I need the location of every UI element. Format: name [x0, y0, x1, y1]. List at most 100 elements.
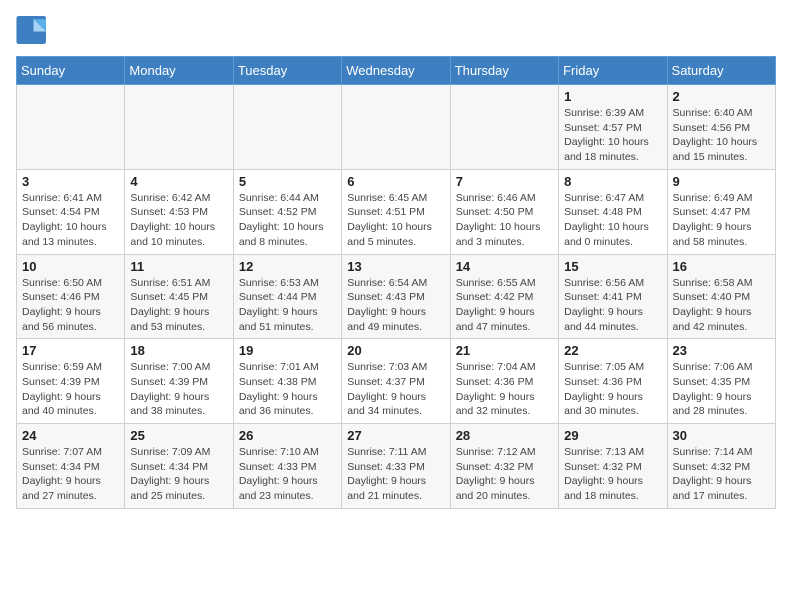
day-number: 17	[22, 343, 119, 358]
calendar-cell: 23Sunrise: 7:06 AM Sunset: 4:35 PM Dayli…	[667, 339, 775, 424]
day-number: 9	[673, 174, 770, 189]
calendar-week: 1Sunrise: 6:39 AM Sunset: 4:57 PM Daylig…	[17, 85, 776, 170]
day-number: 27	[347, 428, 444, 443]
calendar-cell: 30Sunrise: 7:14 AM Sunset: 4:32 PM Dayli…	[667, 424, 775, 509]
day-number: 25	[130, 428, 227, 443]
calendar-cell: 25 Sunrise: 7:09 AM Sunset: 4:34 PM Dayli…	[125, 424, 233, 509]
day-number: 28	[456, 428, 553, 443]
day-info: Sunrise: 6:47 AM Sunset: 4:48 PM Dayligh…	[564, 191, 661, 250]
day-number: 18	[130, 343, 227, 358]
day-number: 30	[673, 428, 770, 443]
day-info: Sunrise: 6:41 AM Sunset: 4:54 PM Dayligh…	[22, 191, 119, 250]
calendar-cell: 22 Sunrise: 7:05 AM Sunset: 4:36 PM Dayli…	[559, 339, 667, 424]
day-number: 12	[239, 259, 336, 274]
header-day: Tuesday	[233, 57, 341, 85]
calendar-cell: 19 Sunrise: 7:01 AM Sunset: 4:38 PM Dayli…	[233, 339, 341, 424]
day-number: 8	[564, 174, 661, 189]
day-info: Sunrise: 7:10 AM Sunset: 4:33 PM Dayligh…	[239, 445, 336, 504]
day-info: Sunrise: 6:59 AM Sunset: 4:39 PM Dayligh…	[22, 360, 119, 419]
day-info: Sunrise: 7:06 AM Sunset: 4:35 PM Dayligh…	[673, 360, 770, 419]
day-info: Sunrise: 7:03 AM Sunset: 4:37 PM Dayligh…	[347, 360, 444, 419]
day-info: Sunrise: 7:09 AM Sunset: 4:34 PM Dayligh…	[130, 445, 227, 504]
day-info: Sunrise: 7:13 AM Sunset: 4:32 PM Dayligh…	[564, 445, 661, 504]
day-info: Sunrise: 6:49 AM Sunset: 4:47 PM Dayligh…	[673, 191, 770, 250]
day-info: Sunrise: 7:11 AM Sunset: 4:33 PM Dayligh…	[347, 445, 444, 504]
logo-icon	[16, 16, 48, 44]
calendar-week: 10Sunrise: 6:50 AM Sunset: 4:46 PM Dayli…	[17, 254, 776, 339]
day-number: 4	[130, 174, 227, 189]
day-info: Sunrise: 6:40 AM Sunset: 4:56 PM Dayligh…	[673, 106, 770, 165]
day-number: 29	[564, 428, 661, 443]
calendar-cell: 1Sunrise: 6:39 AM Sunset: 4:57 PM Daylig…	[559, 85, 667, 170]
day-number: 22	[564, 343, 661, 358]
calendar-cell: 11 Sunrise: 6:51 AM Sunset: 4:45 PM Dayli…	[125, 254, 233, 339]
day-number: 19	[239, 343, 336, 358]
day-info: Sunrise: 7:12 AM Sunset: 4:32 PM Dayligh…	[456, 445, 553, 504]
calendar-cell: 28 Sunrise: 7:12 AM Sunset: 4:32 PM Dayli…	[450, 424, 558, 509]
calendar-cell	[342, 85, 450, 170]
calendar-week: 24 Sunrise: 7:07 AM Sunset: 4:34 PM Dayli…	[17, 424, 776, 509]
calendar-body: 1Sunrise: 6:39 AM Sunset: 4:57 PM Daylig…	[17, 85, 776, 509]
day-number: 5	[239, 174, 336, 189]
day-info: Sunrise: 6:56 AM Sunset: 4:41 PM Dayligh…	[564, 276, 661, 335]
calendar-cell: 3 Sunrise: 6:41 AM Sunset: 4:54 PM Daylig…	[17, 169, 125, 254]
page-header	[16, 16, 776, 44]
day-number: 24	[22, 428, 119, 443]
day-info: Sunrise: 7:04 AM Sunset: 4:36 PM Dayligh…	[456, 360, 553, 419]
day-number: 26	[239, 428, 336, 443]
header-day: Friday	[559, 57, 667, 85]
day-number: 10	[22, 259, 119, 274]
day-number: 3	[22, 174, 119, 189]
day-number: 6	[347, 174, 444, 189]
calendar-cell: 29 Sunrise: 7:13 AM Sunset: 4:32 PM Dayli…	[559, 424, 667, 509]
calendar-table: SundayMondayTuesdayWednesdayThursdayFrid…	[16, 56, 776, 509]
calendar-cell: 27 Sunrise: 7:11 AM Sunset: 4:33 PM Dayli…	[342, 424, 450, 509]
day-info: Sunrise: 7:05 AM Sunset: 4:36 PM Dayligh…	[564, 360, 661, 419]
calendar-cell: 15 Sunrise: 6:56 AM Sunset: 4:41 PM Dayli…	[559, 254, 667, 339]
calendar-cell	[17, 85, 125, 170]
calendar-cell: 24 Sunrise: 7:07 AM Sunset: 4:34 PM Dayli…	[17, 424, 125, 509]
calendar-cell: 26 Sunrise: 7:10 AM Sunset: 4:33 PM Dayli…	[233, 424, 341, 509]
day-number: 7	[456, 174, 553, 189]
calendar-cell: 12 Sunrise: 6:53 AM Sunset: 4:44 PM Dayli…	[233, 254, 341, 339]
calendar-cell: 9 Sunrise: 6:49 AM Sunset: 4:47 PM Daylig…	[667, 169, 775, 254]
calendar-cell: 17 Sunrise: 6:59 AM Sunset: 4:39 PM Dayli…	[17, 339, 125, 424]
day-number: 1	[564, 89, 661, 104]
day-number: 13	[347, 259, 444, 274]
day-info: Sunrise: 6:42 AM Sunset: 4:53 PM Dayligh…	[130, 191, 227, 250]
day-info: Sunrise: 6:53 AM Sunset: 4:44 PM Dayligh…	[239, 276, 336, 335]
calendar-cell: 7Sunrise: 6:46 AM Sunset: 4:50 PM Daylig…	[450, 169, 558, 254]
day-number: 15	[564, 259, 661, 274]
calendar-cell: 18 Sunrise: 7:00 AM Sunset: 4:39 PM Dayli…	[125, 339, 233, 424]
calendar-cell: 4 Sunrise: 6:42 AM Sunset: 4:53 PM Daylig…	[125, 169, 233, 254]
header-day: Sunday	[17, 57, 125, 85]
calendar-cell: 21Sunrise: 7:04 AM Sunset: 4:36 PM Dayli…	[450, 339, 558, 424]
day-info: Sunrise: 6:54 AM Sunset: 4:43 PM Dayligh…	[347, 276, 444, 335]
logo	[16, 16, 52, 44]
header-day: Saturday	[667, 57, 775, 85]
day-info: Sunrise: 7:01 AM Sunset: 4:38 PM Dayligh…	[239, 360, 336, 419]
day-info: Sunrise: 6:55 AM Sunset: 4:42 PM Dayligh…	[456, 276, 553, 335]
calendar-cell	[450, 85, 558, 170]
day-number: 20	[347, 343, 444, 358]
calendar-cell: 20 Sunrise: 7:03 AM Sunset: 4:37 PM Dayli…	[342, 339, 450, 424]
day-number: 16	[673, 259, 770, 274]
day-number: 2	[673, 89, 770, 104]
calendar-cell	[125, 85, 233, 170]
day-info: Sunrise: 7:07 AM Sunset: 4:34 PM Dayligh…	[22, 445, 119, 504]
header-day: Thursday	[450, 57, 558, 85]
day-number: 11	[130, 259, 227, 274]
calendar-week: 17 Sunrise: 6:59 AM Sunset: 4:39 PM Dayli…	[17, 339, 776, 424]
day-info: Sunrise: 6:58 AM Sunset: 4:40 PM Dayligh…	[673, 276, 770, 335]
day-number: 14	[456, 259, 553, 274]
calendar-cell: 13 Sunrise: 6:54 AM Sunset: 4:43 PM Dayli…	[342, 254, 450, 339]
calendar-cell: 5 Sunrise: 6:44 AM Sunset: 4:52 PM Daylig…	[233, 169, 341, 254]
calendar-header: SundayMondayTuesdayWednesdayThursdayFrid…	[17, 57, 776, 85]
day-info: Sunrise: 6:45 AM Sunset: 4:51 PM Dayligh…	[347, 191, 444, 250]
day-info: Sunrise: 6:51 AM Sunset: 4:45 PM Dayligh…	[130, 276, 227, 335]
header-day: Wednesday	[342, 57, 450, 85]
calendar-cell: 14 Sunrise: 6:55 AM Sunset: 4:42 PM Dayli…	[450, 254, 558, 339]
calendar-cell	[233, 85, 341, 170]
day-info: Sunrise: 6:44 AM Sunset: 4:52 PM Dayligh…	[239, 191, 336, 250]
day-info: Sunrise: 7:00 AM Sunset: 4:39 PM Dayligh…	[130, 360, 227, 419]
